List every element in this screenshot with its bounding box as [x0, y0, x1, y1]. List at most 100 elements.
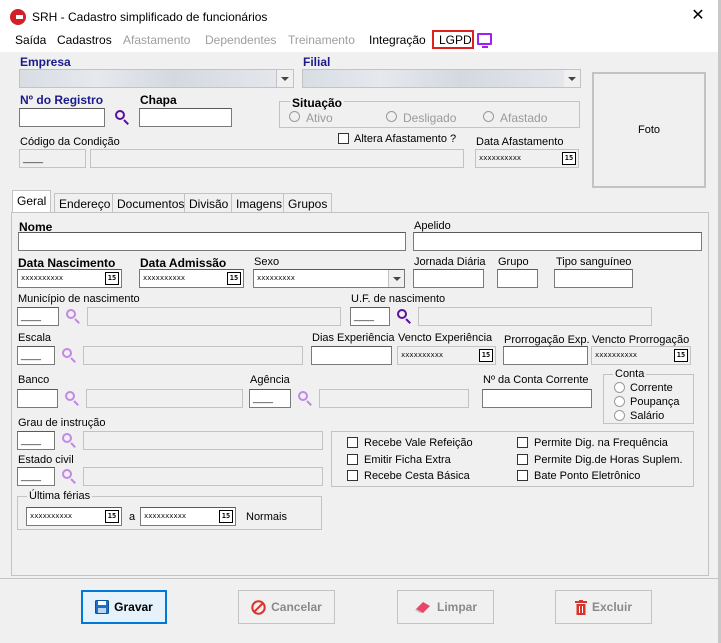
search-escala-icon[interactable] — [61, 347, 77, 363]
banco-desc-input — [86, 389, 243, 408]
tab-imagens[interactable]: Imagens — [231, 193, 288, 212]
escala-desc-input — [83, 346, 303, 365]
ferias-fim-input[interactable]: xxxxxxxxxx 15 — [140, 507, 236, 526]
condicao-code-input[interactable]: ____ — [19, 149, 86, 168]
municipio-label: Município de nascimento — [18, 293, 140, 305]
agencia-label: Agência — [250, 374, 290, 386]
ferias-inicio-input[interactable]: xxxxxxxxxx 15 — [26, 507, 122, 526]
dig-frequencia-label: Permite Dig. na Frequência — [534, 437, 668, 449]
situacao-desligado-radio[interactable] — [386, 111, 397, 122]
limpar-button[interactable]: Limpar — [397, 590, 494, 624]
gravar-button[interactable]: Gravar — [81, 590, 167, 624]
municipio-code-input[interactable]: ____ — [17, 307, 59, 326]
tab-divisao[interactable]: Divisão — [184, 193, 234, 212]
situacao-afastado-label: Afastado — [500, 111, 548, 125]
calendar-icon[interactable]: 15 — [562, 152, 576, 165]
tab-documentos[interactable]: Documentos — [112, 193, 190, 212]
ficha-extra-checkbox[interactable] — [347, 454, 358, 465]
data-afastamento-input[interactable]: xxxxxxxxxx 15 — [475, 149, 579, 168]
prorrogacao-input[interactable] — [503, 346, 588, 365]
data-afastamento-label: Data Afastamento — [476, 136, 564, 148]
calendar-icon[interactable]: 15 — [105, 272, 119, 285]
close-window-button[interactable]: ✕ — [686, 6, 710, 26]
tab-grupos[interactable]: Grupos — [283, 193, 333, 212]
calendar-icon[interactable]: 15 — [227, 272, 241, 285]
monitor-icon[interactable] — [477, 33, 492, 48]
date-value: xxxxxxxxxx — [21, 274, 64, 282]
dias-experiencia-input[interactable] — [311, 346, 392, 365]
cesta-basica-label: Recebe Cesta Básica — [364, 470, 470, 482]
vale-refeicao-checkbox[interactable] — [347, 437, 358, 448]
uf-code-input[interactable]: ____ — [350, 307, 390, 326]
data-admissao-input[interactable]: xxxxxxxxxx 15 — [139, 269, 244, 288]
search-grau-icon[interactable] — [61, 432, 77, 448]
empresa-combo[interactable] — [19, 69, 277, 88]
condicao-desc-input — [90, 149, 464, 168]
situacao-ativo-radio[interactable] — [289, 111, 300, 122]
sexo-label: Sexo — [254, 256, 280, 268]
filial-dropdown-button[interactable] — [564, 69, 581, 88]
registro-input[interactable] — [19, 108, 105, 127]
apelido-label: Apelido — [414, 220, 451, 232]
menu-treinamento[interactable]: Treinamento — [288, 33, 355, 47]
calendar-icon[interactable]: 15 — [105, 510, 119, 523]
tipo-sanguineo-input[interactable] — [554, 269, 633, 288]
nome-input[interactable] — [18, 232, 406, 251]
filial-combo[interactable] — [302, 69, 566, 88]
cancelar-button[interactable]: Cancelar — [238, 590, 335, 624]
estado-civil-code-input[interactable]: ____ — [17, 467, 55, 486]
menu-cadastros[interactable]: Cadastros — [57, 33, 112, 47]
situacao-ativo-label: Ativo — [306, 111, 333, 125]
empresa-dropdown-button[interactable] — [277, 69, 294, 88]
menu-integracao[interactable]: Integração — [369, 33, 426, 47]
ponto-eletronico-checkbox[interactable] — [517, 470, 528, 481]
search-uf-icon[interactable] — [396, 308, 412, 324]
calendar-icon[interactable]: 15 — [219, 510, 233, 523]
calendar-icon[interactable]: 15 — [674, 349, 688, 362]
situacao-desligado-label: Desligado — [403, 111, 457, 125]
search-registro-icon[interactable] — [114, 109, 130, 125]
menu-afastamento[interactable]: Afastamento — [123, 33, 190, 47]
escala-code-input[interactable]: ____ — [17, 346, 55, 365]
dig-frequencia-checkbox[interactable] — [517, 437, 528, 448]
vencto-prorrogacao-input[interactable]: xxxxxxxxxx 15 — [591, 346, 691, 365]
cesta-basica-checkbox[interactable] — [347, 470, 358, 481]
banco-code-input[interactable] — [17, 389, 58, 408]
chapa-input[interactable] — [139, 108, 232, 127]
vencto-experiencia-input[interactable]: xxxxxxxxxx 15 — [397, 346, 496, 365]
tab-endereco[interactable]: Endereço — [54, 193, 116, 212]
grupo-input[interactable] — [497, 269, 538, 288]
excluir-button[interactable]: Excluir — [555, 590, 652, 624]
menu-lgpd[interactable]: LGPD — [439, 33, 472, 47]
situacao-afastado-radio[interactable] — [483, 111, 494, 122]
calendar-icon[interactable]: 15 — [479, 349, 493, 362]
data-nascimento-input[interactable]: xxxxxxxxxx 15 — [17, 269, 122, 288]
agencia-code-input[interactable]: ____ — [249, 389, 291, 408]
estado-civil-desc-input — [83, 467, 323, 486]
grau-instrucao-code-input[interactable]: ____ — [17, 431, 55, 450]
sexo-select[interactable]: xxxxxxxxx — [253, 269, 405, 288]
menu-dependentes[interactable]: Dependentes — [205, 33, 276, 47]
conta-input[interactable] — [482, 389, 592, 408]
dig-horas-checkbox[interactable] — [517, 454, 528, 465]
tab-geral[interactable]: Geral — [12, 190, 52, 212]
date-value: xxxxxxxxxx — [30, 512, 73, 520]
jornada-input[interactable] — [413, 269, 484, 288]
search-estado-civil-icon[interactable] — [61, 468, 77, 484]
jornada-label: Jornada Diária — [414, 256, 486, 268]
search-banco-icon[interactable] — [64, 390, 80, 406]
search-municipio-icon[interactable] — [65, 308, 81, 324]
menu-saida[interactable]: Saída — [15, 33, 46, 47]
search-agencia-icon[interactable] — [297, 390, 313, 406]
altera-afastamento-checkbox[interactable] — [338, 133, 349, 144]
foto-box[interactable]: Foto — [592, 72, 706, 188]
ferias-a-label: a — [129, 511, 136, 523]
situacao-label: Situação — [290, 96, 345, 110]
apelido-input[interactable] — [413, 232, 702, 251]
conta-salario-radio[interactable] — [614, 410, 625, 421]
empresa-label: Empresa — [20, 55, 71, 69]
conta-poupanca-radio[interactable] — [614, 396, 625, 407]
conta-corrente-radio[interactable] — [614, 382, 625, 393]
chevron-down-icon — [277, 70, 293, 87]
app-logo-icon — [10, 9, 26, 25]
